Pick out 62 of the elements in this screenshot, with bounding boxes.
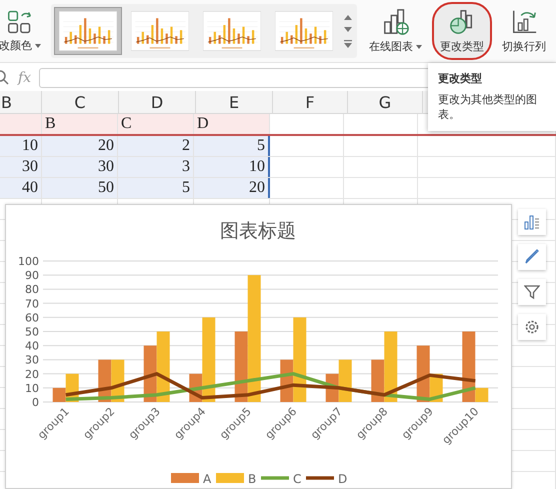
legend-line — [261, 476, 289, 480]
column-header[interactable]: F — [273, 91, 348, 113]
tooltip-title: 更改类型 — [438, 71, 483, 86]
table-cell: 3 — [118, 157, 194, 177]
legend-label: A — [203, 472, 212, 486]
y-axis-label: 20 — [25, 368, 39, 381]
filter-button[interactable] — [518, 279, 546, 305]
table-cell: 10 — [194, 157, 270, 177]
table-cell: 2 — [118, 136, 194, 156]
y-axis-label: 70 — [25, 297, 39, 310]
legend-label: D — [338, 472, 348, 486]
table-cell: C — [118, 114, 194, 134]
column-header[interactable]: G — [348, 91, 423, 113]
column-header[interactable]: C — [42, 91, 119, 113]
tooltip-text: 更改为其他类型的图表。 — [438, 92, 538, 123]
y-axis-label: 50 — [25, 326, 39, 338]
online-chart-button[interactable]: 在线图表 — [365, 2, 426, 60]
table-cell: 10 — [0, 136, 42, 156]
settings-icon — [524, 319, 540, 335]
table-cell: 40 — [0, 178, 42, 198]
column-header[interactable]: B — [0, 91, 42, 113]
expand-icon[interactable] — [344, 40, 352, 48]
settings-button[interactable] — [518, 314, 546, 340]
y-axis-label: 0 — [32, 396, 39, 409]
bar-chart-icon — [524, 214, 540, 230]
scroll-down-icon[interactable] — [344, 27, 352, 33]
table-cell: 50 — [42, 178, 118, 198]
column-header[interactable]: D — [119, 91, 196, 113]
table-cell: 20 — [194, 178, 270, 198]
filter-icon — [524, 284, 540, 300]
y-axis-label: 90 — [25, 269, 39, 282]
legend-swatch — [171, 473, 199, 483]
legend-line — [306, 476, 334, 480]
chart-style-thumbnail[interactable] — [54, 7, 122, 55]
table-cell: 5 — [194, 136, 270, 156]
y-axis-label: 80 — [25, 283, 39, 296]
legend-swatch — [216, 473, 244, 483]
legend-label: C — [293, 472, 302, 486]
y-axis-label: 100 — [18, 255, 39, 268]
chart-style-button[interactable] — [518, 244, 546, 270]
table-cell: D — [194, 114, 270, 134]
chart-title: 图表标题 — [220, 220, 296, 242]
change-type-button[interactable]: 更改类型 — [432, 2, 492, 60]
table-cell: 30 — [42, 157, 118, 177]
chart-elements-button[interactable] — [518, 209, 546, 235]
y-axis-label: 40 — [25, 340, 39, 353]
search-icon[interactable] — [0, 70, 10, 86]
table-cell: B — [42, 114, 118, 134]
scroll-up-icon[interactable] — [344, 14, 352, 20]
table-cell: 5 — [118, 178, 194, 198]
switch-axis-icon — [510, 8, 538, 36]
y-axis-label: 60 — [25, 311, 39, 324]
brush-icon — [524, 249, 540, 265]
table-cell: 30 — [0, 157, 42, 177]
column-header[interactable]: E — [196, 91, 273, 113]
legend-label: B — [248, 472, 256, 486]
y-axis-label: 10 — [25, 382, 39, 395]
table-cell: 20 — [42, 136, 118, 156]
switch-row-column-button[interactable]: 切换行列 — [498, 2, 550, 60]
color-squares-icon — [7, 9, 33, 35]
y-axis-label: 30 — [25, 354, 39, 367]
chart-globe-icon — [382, 8, 410, 36]
